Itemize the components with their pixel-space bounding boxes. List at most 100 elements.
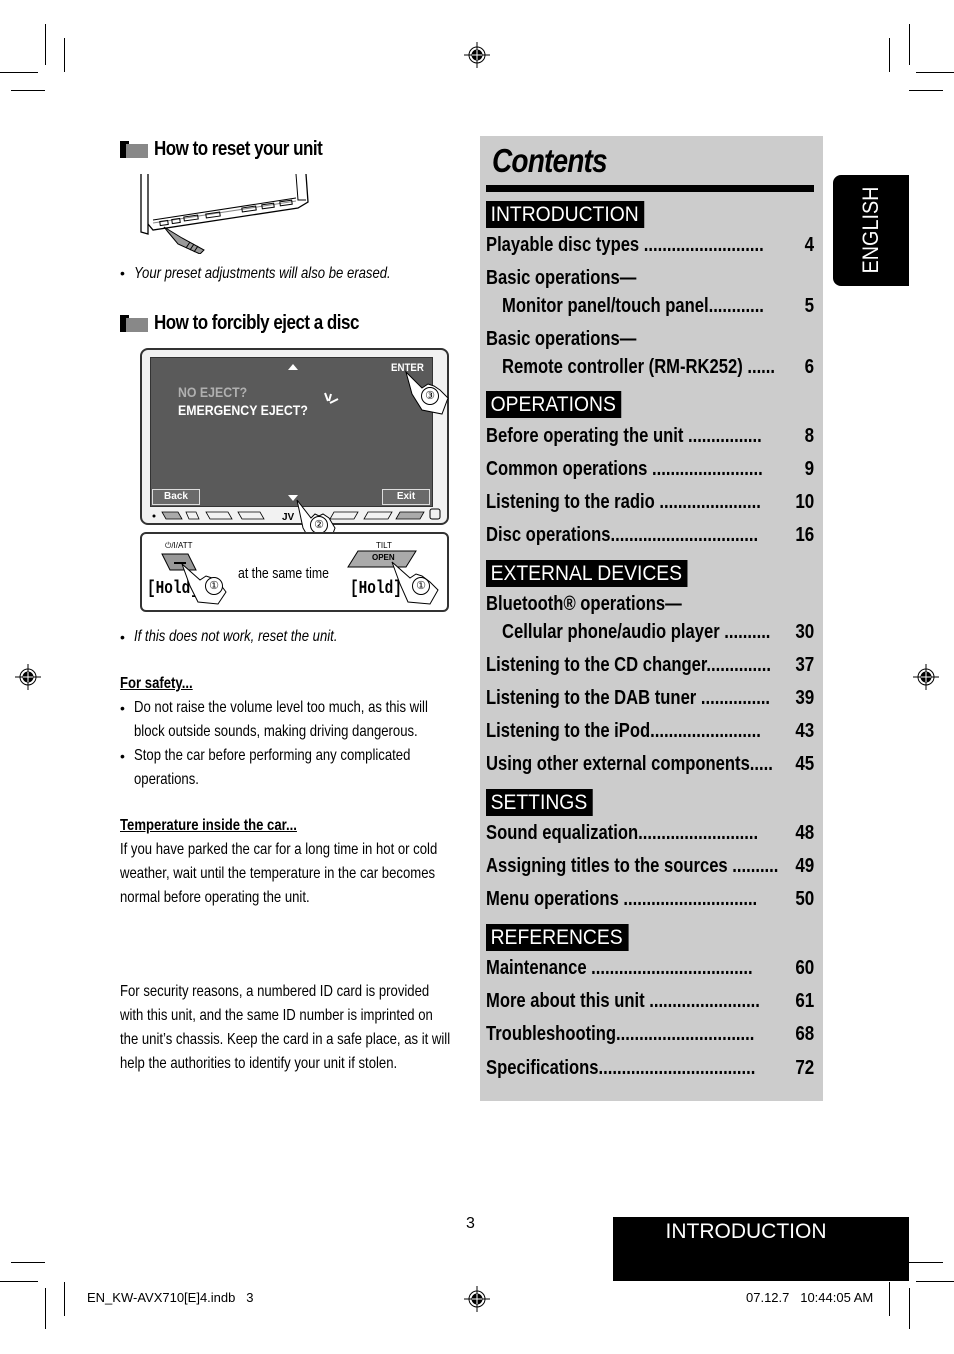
toc-entry[interactable]: Basic operations— [486,326,814,352]
toc-entry[interactable]: Monitor panel/touch panel............ 5 [486,293,814,319]
temperature-line-1: If you have parked the car for a long ti… [120,841,438,858]
safety-heading: For safety... [120,675,193,692]
crop-mark [11,90,45,91]
crop-mark [889,38,890,72]
toc-entry-page: 45 [795,753,814,775]
device-screen [150,357,433,507]
eject-section-title: How to forcibly eject a disc [154,312,359,334]
toc-entry[interactable]: Basic operations— [486,265,814,291]
toc-entry[interactable]: Remote controller (RM-RK252) ...... 6 [486,354,814,380]
toc-entry-label: Menu operations ........................… [486,888,758,910]
language-tab-label: ENGLISH [858,186,883,274]
toc-entry[interactable]: Listening to the CD changer.............… [486,652,814,678]
reset-section-heading: How to reset your unit [120,138,352,161]
toc-entry[interactable]: Listening to the DAB tuner .............… [486,685,814,711]
crop-mark [889,1282,890,1316]
toc-entry-label: Playable disc types ....................… [486,234,764,256]
step-1-badge: ① [205,577,223,595]
crop-mark [916,72,954,73]
print-timestamp: 07.12.7 10:44:05 AM [746,1290,874,1305]
toc-entry-page: 39 [795,687,814,709]
safety-bullet-2-line-2: operations. [134,771,199,788]
security-line-3: the unit’s chassis. Keep the card in a s… [120,1031,451,1048]
toc-entry-page: 10 [795,491,814,513]
bullet: • [120,265,125,281]
toc-entry[interactable]: Disc operations.........................… [486,522,814,548]
registration-mark-icon [913,664,939,690]
toc-entry-page: 5 [804,295,814,317]
toc-entry-label: Assigning titles to the sources ........… [486,855,779,877]
toc-entry-page: 43 [795,720,814,742]
toc-entry-label: Maintenance ............................… [486,957,753,979]
toc-entry-label: Cellular phone/audio player .......... [502,621,771,643]
same-time-label: at the same time [238,565,329,582]
toc-entry[interactable]: Playable disc types ....................… [486,232,814,258]
toc-entry-page: 9 [804,458,814,480]
toc-category: REFERENCES [486,924,629,951]
contents-title: Contents [492,142,608,179]
toc-entry-label: Using other external components..... [486,753,773,775]
toc-entry-label: Listening to the CD changer.............… [486,654,772,676]
toc-entry[interactable]: Sound equalization......................… [486,820,814,846]
eject-note: If this does not work, reset the unit. [134,628,338,645]
section-marker-icon [120,315,148,332]
toc-entry-label: More about this unit ...................… [486,990,760,1012]
file-slug: EN_KW-AVX710[E]4.indb 3 [87,1290,254,1305]
toc-entry-page: 60 [795,957,814,979]
crop-mark [64,1282,65,1316]
toc-entry[interactable]: Bluetooth® operations— [486,591,814,617]
crop-mark [0,1281,38,1282]
toc-entry-label: Bluetooth® operations— [486,593,682,615]
toc-entry-page: 30 [795,621,814,643]
crop-mark [11,1262,45,1263]
power-att-label: ⏻/I/ATT [165,541,193,550]
toc-entry-label: Listening to the DAB tuner .............… [486,687,771,709]
toc-entry[interactable]: Cellular phone/audio player .......... 30 [486,619,814,645]
toc-entry[interactable]: Common operations ......................… [486,456,814,482]
toc-entry-label: Disc operations.........................… [486,524,759,546]
step-1-badge: ① [412,577,430,595]
safety-bullet-1-line-1: Do not raise the volume level too much, … [134,699,428,716]
toc-entry[interactable]: Listening to the radio .................… [486,489,814,515]
temperature-heading: Temperature inside the car... [120,817,297,834]
toc-entry-page: 50 [795,888,814,910]
crop-mark [0,72,38,73]
eject-section-heading: How to forcibly eject a disc [120,312,395,335]
toc-entry[interactable]: Assigning titles to the sources ........… [486,853,814,879]
up-arrow-icon [288,364,298,370]
bullet: • [120,700,125,716]
toc-entry[interactable]: Troubleshooting.........................… [486,1021,814,1047]
toc-entry[interactable]: Using other external components..... 45 [486,751,814,777]
crop-mark [909,1262,943,1263]
toc-entry[interactable]: More about this unit ...................… [486,988,814,1014]
toc-entry-label: Sound equalization......................… [486,822,759,844]
toc-entry-label: Troubleshooting.........................… [486,1023,755,1045]
step-3-badge: ③ [421,387,439,405]
toc-entry-label: Listening to the iPod...................… [486,720,761,742]
tap-indicator-icon [324,392,339,404]
section-footer-tab: INTRODUCTION [613,1217,909,1281]
front-button-row: JV [152,508,441,522]
toc-entry-page: 37 [795,654,814,676]
reset-section-title: How to reset your unit [154,138,323,160]
toc-entry[interactable]: Specifications..........................… [486,1055,814,1081]
crop-mark [909,90,943,91]
toc-entry[interactable]: Before operating the unit ..............… [486,423,814,449]
page-number: 3 [466,1215,475,1232]
toc-category: EXTERNAL DEVICES [486,560,688,587]
crop-mark [45,1288,46,1329]
reset-note: Your preset adjustments will also be era… [134,265,391,282]
toc-entry-page: 68 [795,1023,814,1045]
toc-entry-page: 6 [804,356,814,378]
crop-mark [909,1288,910,1329]
toc-entry[interactable]: Menu operations ........................… [486,886,814,912]
section-footer-label: INTRODUCTION [665,1220,827,1243]
toc-entry-label: Listening to the radio .................… [486,491,761,513]
toc-category: INTRODUCTION [486,201,645,228]
toc-entry[interactable]: Maintenance ............................… [486,955,814,981]
security-line-1: For security reasons, a numbered ID card… [120,983,430,1000]
crop-mark [45,24,46,65]
screen-no-eject: NO EJECT? [178,384,248,400]
toc-entry[interactable]: Listening to the iPod...................… [486,718,814,744]
crop-mark [916,1281,954,1282]
